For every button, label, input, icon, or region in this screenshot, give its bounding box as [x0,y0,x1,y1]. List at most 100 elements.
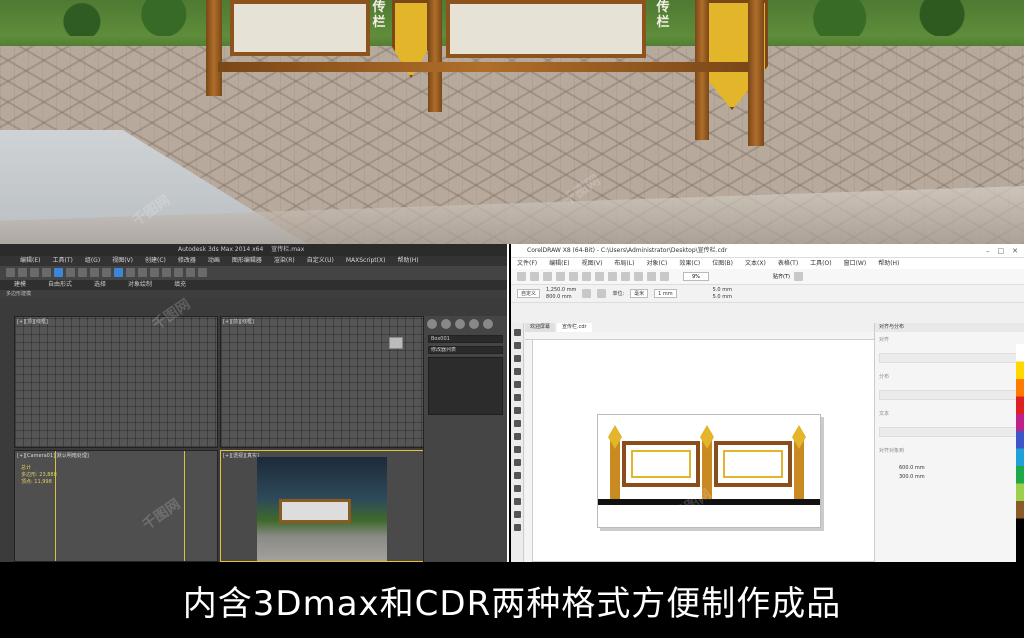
dim-x[interactable]: 600.0 mm [899,464,1000,473]
new-doc-icon[interactable] [517,272,526,281]
viewport-camera[interactable]: [+][Camera01][默认明暗处理] 总计 多边形: 23,888 顶点:… [14,450,218,562]
rotate-icon[interactable] [90,268,99,277]
redo-icon[interactable] [18,268,27,277]
max-menu-item[interactable]: 动画 [208,256,220,266]
portrait-icon[interactable] [582,289,592,298]
ribbon-tab[interactable]: 建模 [14,280,26,290]
max-menu-item[interactable]: 自定义(U) [307,256,334,266]
zoom-level-field[interactable]: 9% [683,272,709,281]
text-align-buttons[interactable] [879,427,1020,437]
max-menu-item[interactable]: 编辑(E) [20,256,40,266]
max-menu-item[interactable]: 修改器 [178,256,196,266]
cdr-menu-item[interactable]: 工具(O) [810,258,831,269]
ellipse-tool-icon[interactable] [514,420,521,427]
hierarchy-tab-icon[interactable] [455,319,465,329]
mirror-icon[interactable] [138,268,147,277]
max-menu-item[interactable]: 视图(V) [112,256,133,266]
shape-tool-icon[interactable] [514,342,521,349]
cut-icon[interactable] [569,272,578,281]
publish-pdf-icon[interactable] [660,272,669,281]
cdr-menu-item[interactable]: 文件(F) [517,258,537,269]
object-name-field[interactable]: Box001 [428,335,503,343]
modifier-list-dropdown[interactable]: 修改器列表 [428,346,503,354]
viewport-front[interactable]: [+][前][线框] [220,316,424,448]
tab-document[interactable]: 宣传栏.cdr [557,323,592,332]
landscape-icon[interactable] [597,289,607,298]
link-icon[interactable] [30,268,39,277]
maximize-icon[interactable]: □ [998,247,1005,255]
dim-y[interactable]: 300.0 mm [899,473,1000,482]
max-menu-item[interactable]: 组(G) [85,256,100,266]
modifier-stack[interactable] [428,357,503,415]
unlink-icon[interactable] [42,268,51,277]
render-icon[interactable] [198,268,207,277]
align-icon[interactable] [150,268,159,277]
viewport-perspective[interactable]: [+][透视][真实] [220,450,424,562]
cdr-menu-item[interactable]: 对象(C) [646,258,667,269]
display-tab-icon[interactable] [483,319,493,329]
cdr-menu-item[interactable]: 帮助(H) [878,258,899,269]
options-gear-icon[interactable] [793,272,803,281]
cdr-menu-item[interactable]: 窗口(W) [844,258,867,269]
copy-icon[interactable] [582,272,591,281]
minimize-icon[interactable]: – [986,247,990,255]
color-palette[interactable] [1016,344,1024,562]
snap-to-dropdown[interactable]: 贴齐(T) [773,273,790,280]
max-menu-item[interactable]: 图形编辑器 [232,256,262,266]
drop-shadow-icon[interactable] [514,485,521,492]
crop-tool-icon[interactable] [514,355,521,362]
polygon-tool-icon[interactable] [514,433,521,440]
undo-icon[interactable] [6,268,15,277]
redo-icon[interactable] [621,272,630,281]
parallel-dimension-icon[interactable] [514,459,521,466]
print-icon[interactable] [556,272,565,281]
max-menu-item[interactable]: 帮助(H) [397,256,418,266]
layer-icon[interactable] [162,268,171,277]
render-setup-icon[interactable] [186,268,195,277]
cdr-menu-item[interactable]: 视图(V) [582,258,603,269]
text-tool-icon[interactable] [514,446,521,453]
connector-tool-icon[interactable] [514,472,521,479]
select-icon[interactable] [54,268,63,277]
select-region-icon[interactable] [66,268,75,277]
modify-tab-icon[interactable] [441,319,451,329]
cdr-menu-item[interactable]: 效果(C) [679,258,700,269]
ribbon-tab[interactable]: 自由形式 [48,280,72,290]
cdr-menu-item[interactable]: 布局(L) [614,258,634,269]
scale-icon[interactable] [102,268,111,277]
max-menu-item[interactable]: 工具(T) [52,256,72,266]
align-buttons[interactable] [879,353,1020,363]
cdr-menu-item[interactable]: 编辑(E) [549,258,569,269]
export-icon[interactable] [647,272,656,281]
zoom-tool-icon[interactable] [514,368,521,375]
max-menu-item[interactable]: MAXScript(X) [346,256,386,266]
cdr-menu-item[interactable]: 位图(B) [712,258,733,269]
viewport-top[interactable]: [+][顶][线框] [14,316,218,448]
page-height-field[interactable]: 800.0 mm [546,294,576,301]
ribbon-tab[interactable]: 选择 [94,280,106,290]
save-icon[interactable] [543,272,552,281]
undo-icon[interactable] [608,272,617,281]
artistic-media-icon[interactable] [514,394,521,401]
duplicate-y-field[interactable]: 5.0 mm [713,294,732,301]
eyedropper-icon[interactable] [514,511,521,518]
cdr-menu-item[interactable]: 文本(X) [745,258,766,269]
page-width-field[interactable]: 1,250.0 mm [546,287,576,294]
fill-tool-icon[interactable] [514,524,521,531]
transparency-tool-icon[interactable] [514,498,521,505]
ribbon-tab[interactable]: 填充 [174,280,186,290]
units-dropdown[interactable]: 毫米 [630,289,649,298]
freehand-tool-icon[interactable] [514,381,521,388]
motion-tab-icon[interactable] [469,319,479,329]
ribbon-tab[interactable]: 对象绘制 [128,280,152,290]
distribute-buttons[interactable] [879,390,1020,400]
page-preset-dropdown[interactable]: 自定义 [517,289,541,298]
snap-icon[interactable] [114,268,123,277]
open-icon[interactable] [530,272,539,281]
create-tab-icon[interactable] [427,319,437,329]
angle-snap-icon[interactable] [126,268,135,277]
max-menu-item[interactable]: 创建(C) [145,256,166,266]
import-icon[interactable] [634,272,643,281]
tab-welcome[interactable]: 欢迎屏幕 [525,323,556,332]
material-editor-icon[interactable] [174,268,183,277]
